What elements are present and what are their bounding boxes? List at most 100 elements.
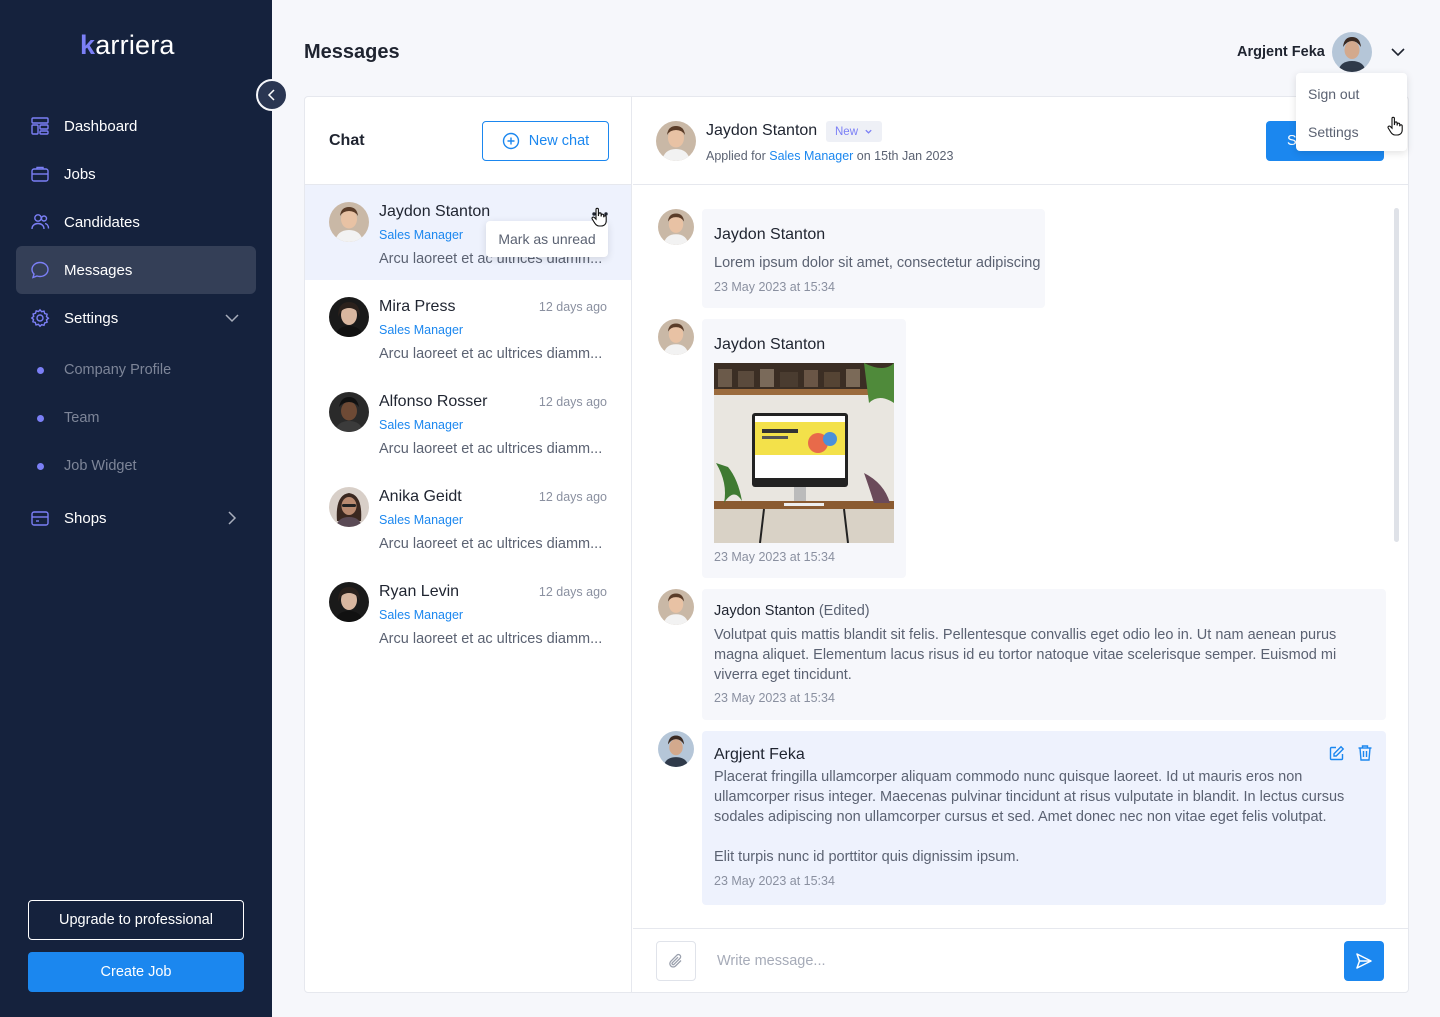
chat-list: Chat New chat Jaydon Stanton Sales Manag…: [305, 97, 632, 992]
avatar: [658, 589, 694, 625]
messages-scrollbar[interactable]: [1394, 208, 1399, 542]
sidebar-subitem-company-profile[interactable]: Company Profile: [16, 346, 256, 394]
edited-label: (Edited): [818, 603, 870, 619]
upgrade-button[interactable]: Upgrade to professional: [28, 900, 244, 940]
message-text-second-paragraph: Elit turpis nunc id porttitor quis digni…: [714, 849, 1020, 865]
applied-prefix: Applied for: [706, 149, 770, 163]
message-author: Jaydon Stanton: [714, 336, 826, 353]
sidebar-subitem-job-widget[interactable]: Job Widget: [16, 442, 256, 490]
message-bubble: Jaydon Stanton 23 May 2023 at 15:34: [702, 319, 906, 578]
avatar: [658, 731, 694, 767]
message-author: Argjent Feka: [714, 746, 805, 763]
chevron-down-icon: [865, 129, 872, 134]
message-bubble: Jaydon Stanton Lorem ipsum dolor sit ame…: [702, 209, 1045, 308]
send-button[interactable]: [1344, 941, 1384, 981]
sidebar-item-label: Settings: [64, 309, 119, 327]
status-label: New: [835, 125, 859, 138]
sidebar-subitem-label: Job Widget: [64, 458, 137, 474]
message-author-line: Jaydon Stanton (Edited): [714, 603, 870, 619]
applied-date: on 15th Jan 2023: [853, 149, 954, 163]
sidebar-item-settings[interactable]: Settings: [16, 294, 256, 342]
chat-list-item[interactable]: Jaydon Stanton Sales Manager Arcu laoree…: [305, 185, 631, 280]
avatar: [329, 297, 369, 337]
conversation-contact-name: Jaydon Stanton: [706, 122, 818, 139]
chat-icon: [30, 260, 50, 280]
sidebar-item-dashboard[interactable]: Dashboard: [16, 102, 256, 150]
message-text: Placerat fringilla ullamcorper aliquam c…: [714, 769, 1345, 825]
users-icon: [30, 212, 50, 232]
avatar: [329, 582, 369, 622]
chevron-right-icon: [224, 510, 240, 530]
avatar: [329, 487, 369, 527]
menu-item-sign-out[interactable]: Sign out: [1296, 75, 1407, 113]
contact-role[interactable]: Sales Manager: [379, 418, 463, 432]
chevron-left-icon: [267, 89, 275, 101]
sidebar-subitem-team[interactable]: Team: [16, 394, 256, 442]
bullet-dot: [37, 367, 44, 374]
applied-info: Applied for Sales Manager on 15th Jan 20…: [706, 149, 953, 163]
sidebar-item-label: Dashboard: [64, 117, 138, 135]
chevron-down-icon[interactable]: [1389, 43, 1407, 66]
contact-role[interactable]: Sales Manager: [379, 323, 463, 337]
message-preview: Arcu laoreet et ac ultrices diamm...: [379, 346, 603, 362]
message-time: 12 days ago: [538, 300, 607, 314]
create-job-button[interactable]: Create Job: [28, 952, 244, 992]
sidebar-item-jobs[interactable]: Jobs: [16, 150, 256, 198]
message-preview: Arcu laoreet et ac ultrices diamm...: [379, 536, 603, 552]
contact-name: Anika Geidt: [379, 488, 462, 505]
chat-list-item[interactable]: Alfonso Rosser Sales Manager Arcu laoree…: [305, 375, 631, 470]
paperclip-icon: [669, 953, 682, 968]
message-text: Lorem ipsum dolor sit amet, consectetur …: [714, 255, 1041, 271]
store-icon: [30, 508, 50, 528]
bullet-dot: [37, 463, 44, 470]
chat-list-item[interactable]: Mira Press Sales Manager Arcu laoreet et…: [305, 280, 631, 375]
applied-job-link[interactable]: Sales Manager: [769, 149, 853, 163]
message-preview: Arcu laoreet et ac ultrices diamm...: [379, 441, 603, 457]
new-chat-label: New chat: [528, 133, 590, 149]
trash-icon[interactable]: [1357, 744, 1373, 767]
contact-role[interactable]: Sales Manager: [379, 608, 463, 622]
collapse-sidebar-button[interactable]: [256, 79, 288, 111]
contact-name: Ryan Levin: [379, 583, 460, 600]
bullet-dot: [37, 415, 44, 422]
message-text: Volutpat quis mattis blandit sit felis. …: [714, 627, 1337, 683]
user-name[interactable]: Argjent Feka: [1237, 44, 1325, 60]
dashboard-icon: [30, 116, 50, 136]
message-time: 12 days ago: [538, 490, 607, 504]
gear-icon: [30, 308, 50, 328]
chat-list-item[interactable]: Ryan Levin Sales Manager Arcu laoreet et…: [305, 565, 631, 660]
message-timestamp: 23 May 2023 at 15:34: [714, 280, 835, 294]
plus-circle-icon: [502, 132, 519, 150]
avatar: [658, 319, 694, 355]
sidebar-item-label: Candidates: [64, 213, 140, 231]
messages-panel: Chat New chat Jaydon Stanton Sales Manag…: [304, 96, 1409, 993]
briefcase-icon: [30, 164, 50, 184]
avatar: [329, 392, 369, 432]
user-avatar[interactable]: [1332, 32, 1372, 72]
attach-button[interactable]: [656, 941, 696, 981]
message-time: 12 days ago: [538, 395, 607, 409]
message-author: Jaydon Stanton: [714, 603, 815, 619]
sidebar-item-messages[interactable]: Messages: [16, 246, 256, 294]
avatar: [329, 202, 369, 242]
send-icon: [1356, 953, 1372, 969]
edit-icon[interactable]: [1328, 745, 1345, 767]
status-badge[interactable]: New: [826, 121, 883, 142]
new-chat-button[interactable]: New chat: [482, 121, 609, 161]
sidebar-item-shops[interactable]: Shops: [16, 494, 256, 542]
hand-cursor-icon: [591, 207, 607, 227]
page-title: Messages: [304, 41, 400, 63]
contact-role[interactable]: Sales Manager: [379, 228, 463, 242]
karriera-logo[interactable]: karriera: [80, 30, 175, 61]
message-timestamp: 23 May 2023 at 15:34: [714, 550, 835, 564]
own-message-bubble: Argjent Feka Placerat fringilla ullamcor…: [702, 731, 1386, 905]
chat-list-item[interactable]: Anika Geidt Sales Manager Arcu laoreet e…: [305, 470, 631, 565]
sidebar-item-label: Messages: [64, 261, 133, 279]
workspace-photo[interactable]: [714, 363, 894, 543]
sidebar-item-candidates[interactable]: Candidates: [16, 198, 256, 246]
contact-role[interactable]: Sales Manager: [379, 513, 463, 527]
contact-name: Mira Press: [379, 298, 456, 315]
contact-name: Alfonso Rosser: [379, 393, 488, 410]
message-input[interactable]: [717, 945, 1317, 977]
message-timestamp: 23 May 2023 at 15:34: [714, 874, 835, 888]
